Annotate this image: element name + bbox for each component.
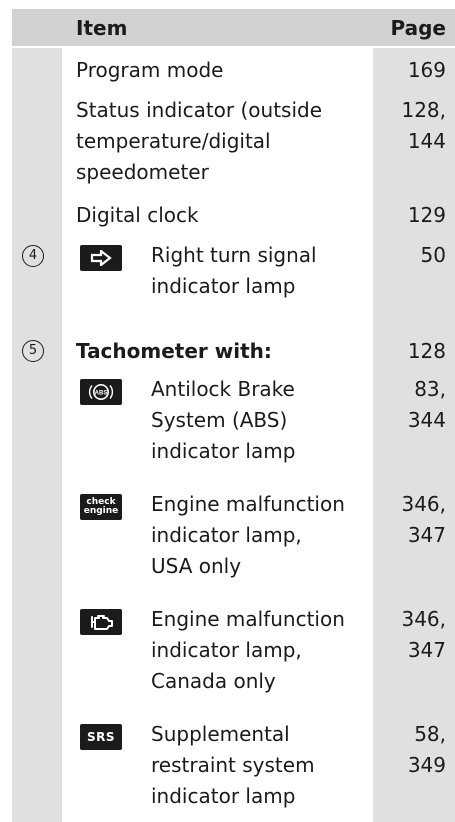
table-row-item: Program mode [76, 55, 223, 86]
srs-icon-text: SRS [86, 730, 116, 744]
item-text: temperature/digital [76, 129, 271, 153]
table-row-page: 58, 349 [408, 719, 446, 781]
table-row-page: 50 [420, 243, 446, 267]
table-row-page: 129 [407, 203, 446, 227]
abs-icon: ABS [80, 379, 122, 405]
table-row-item: Engine malfunction indicator lamp, Canad… [151, 604, 345, 697]
engine-icon [80, 609, 122, 635]
item-text: indicator lamp, [151, 638, 302, 662]
table-row-item: Digital clock [76, 200, 199, 231]
table-row-item: Supplemental restraint system indicator … [151, 719, 315, 812]
srs-icon: SRS [80, 724, 122, 750]
item-text: Canada only [151, 669, 276, 693]
right-turn-arrow-icon [80, 245, 122, 271]
page-text: 347 [407, 638, 446, 662]
header-divider [12, 46, 455, 48]
svg-text:ABS: ABS [95, 390, 108, 396]
item-text: Engine malfunction [151, 492, 345, 516]
item-text: Right turn signal [151, 243, 317, 267]
table-row-page: 346, 347 [401, 489, 446, 551]
table-header: Item Page [12, 9, 455, 46]
page-text: 346, [401, 492, 446, 516]
header-page-label: Page [390, 16, 447, 40]
item-text: Antilock Brake [151, 377, 295, 401]
item-text: indicator lamp, [151, 523, 302, 547]
check-engine-icon: check engine [80, 494, 122, 520]
check-engine-icon-text: engine [83, 506, 119, 516]
table-row-item: Right turn signal indicator lamp [151, 240, 317, 302]
table-row-item: Status indicator (outside temperature/di… [76, 95, 322, 188]
table-row-item: Engine malfunction indicator lamp, USA o… [151, 489, 345, 582]
table-row-page: 346, 347 [401, 604, 446, 666]
table-row-page: 83, 344 [408, 374, 446, 436]
page-text: 83, [414, 377, 446, 401]
header-item-label: Item [76, 16, 128, 40]
page-text: 144 [407, 129, 446, 153]
item-text: Program mode [76, 58, 224, 82]
table-row-page: 128 [407, 339, 446, 363]
table-row-page: 128, 144 [401, 95, 446, 157]
page-text: 346, [401, 607, 446, 631]
page-text: 347 [407, 523, 446, 547]
item-text: restraint system [151, 753, 315, 777]
page-text: 58, [414, 722, 446, 746]
item-number-badge: 5 [22, 340, 44, 362]
item-text: USA only [151, 554, 242, 578]
item-text: Digital clock [76, 203, 199, 227]
table-row-item: Tachometer with: [76, 336, 272, 367]
table-row-page: 169 [407, 58, 446, 82]
table-row-item: Antilock Brake System (ABS) indicator la… [151, 374, 295, 467]
reference-table: Item Page Program mode 169 Status indica… [12, 9, 455, 822]
page-text: 349 [407, 753, 446, 777]
item-text: indicator lamp [151, 784, 296, 808]
number-column [12, 9, 62, 822]
item-text: Tachometer with: [76, 339, 272, 363]
item-text: speedometer [76, 160, 209, 184]
page-text: 344 [407, 408, 446, 432]
item-text: System (ABS) [151, 408, 288, 432]
item-text: Status indicator (outside [76, 98, 323, 122]
item-text: indicator lamp [151, 274, 296, 298]
page-text: 128, [401, 98, 446, 122]
item-text: Supplemental [151, 722, 290, 746]
item-text: Engine malfunction [151, 607, 345, 631]
item-number-badge: 4 [22, 245, 44, 267]
item-text: indicator lamp [151, 439, 296, 463]
